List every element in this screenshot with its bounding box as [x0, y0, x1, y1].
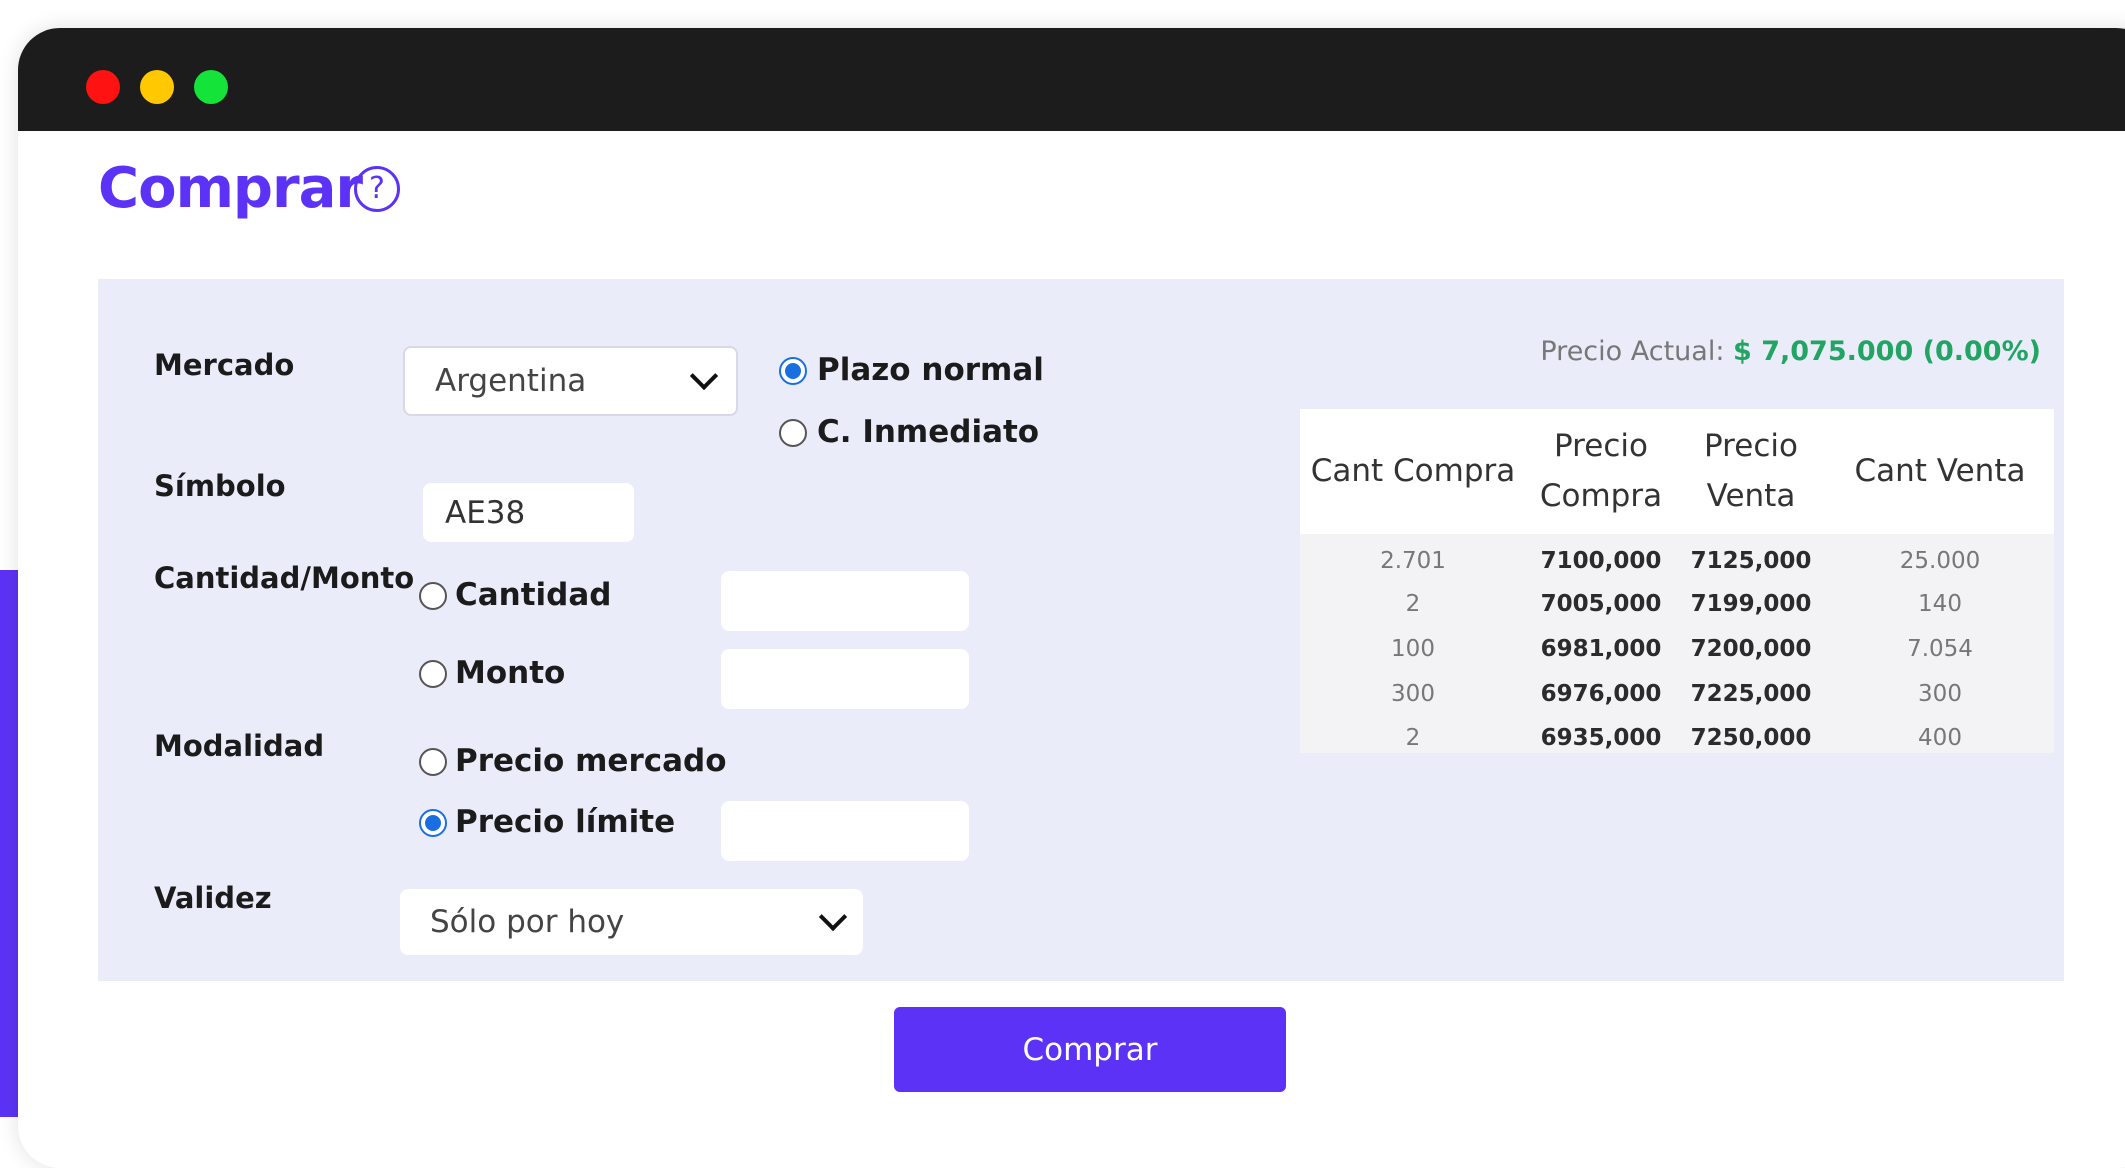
plazo-normal-radio[interactable]	[779, 357, 807, 385]
col-header-precio-venta: Precio Venta	[1676, 421, 1826, 521]
current-price-label: Precio Actual:	[1540, 336, 1725, 367]
minimize-window-button[interactable]	[140, 70, 174, 104]
cell-cant-venta: 140	[1918, 591, 1962, 617]
cell-precio-compra: 6981,000	[1540, 636, 1662, 662]
comprar-button[interactable]: Comprar	[894, 1007, 1286, 1092]
mercado-label: Mercado	[154, 348, 295, 382]
cell-precio-venta: 7199,000	[1690, 591, 1812, 617]
col-header-cant-venta: Cant Venta	[1826, 446, 2054, 496]
cell-cant-compra: 300	[1391, 681, 1435, 707]
col-header-cant-compra: Cant Compra	[1300, 446, 1526, 496]
precio-limite-input[interactable]	[721, 801, 969, 861]
help-icon[interactable]: ?	[354, 166, 400, 212]
validez-select[interactable]: Sólo por hoy	[400, 889, 863, 955]
cell-cant-venta: 7.054	[1907, 636, 1973, 662]
cell-precio-compra: 7100,000	[1540, 548, 1662, 574]
cell-cant-venta: 300	[1918, 681, 1962, 707]
col-header-text: Cant Venta	[1854, 453, 2026, 489]
contado-inmediato-radio[interactable]	[779, 419, 807, 447]
close-window-button[interactable]	[86, 70, 120, 104]
precio-limite-radio[interactable]	[419, 809, 447, 837]
monto-radio[interactable]	[419, 660, 447, 688]
cell-precio-compra: 7005,000	[1540, 591, 1662, 617]
col-header-text: Venta	[1706, 478, 1796, 514]
cell-cant-venta: 25.000	[1899, 548, 1981, 574]
col-header-text: Precio	[1554, 428, 1648, 464]
contado-inmediato-label: C. Inmediato	[817, 414, 1040, 450]
col-header-text: Precio	[1704, 428, 1798, 464]
simbolo-label: Símbolo	[154, 469, 286, 503]
precio-mercado-label: Precio mercado	[455, 743, 727, 779]
order-book-table: Cant Compra Precio Compra Precio Venta C…	[1300, 409, 2054, 753]
window-titlebar	[18, 28, 2125, 131]
precio-limite-label: Precio límite	[455, 804, 676, 840]
chevron-down-icon	[689, 361, 719, 391]
monto-input[interactable]	[721, 649, 969, 709]
simbolo-value: AE38	[445, 494, 526, 531]
simbolo-input[interactable]: AE38	[423, 483, 634, 542]
validez-label: Validez	[154, 881, 272, 915]
modalidad-label: Modalidad	[154, 729, 325, 763]
chevron-down-icon	[818, 902, 848, 932]
cell-precio-venta: 7250,000	[1690, 725, 1812, 751]
col-header-text: Cant Compra	[1310, 453, 1516, 489]
maximize-window-button[interactable]	[194, 70, 228, 104]
monto-label: Monto	[455, 655, 566, 691]
page-title: Comprar	[98, 156, 363, 221]
validez-select-value: Sólo por hoy	[430, 904, 625, 940]
cantidad-radio[interactable]	[419, 582, 447, 610]
cell-cant-compra: 2	[1405, 591, 1421, 617]
cell-cant-compra: 2	[1405, 725, 1421, 751]
order-book-header: Cant Compra Precio Compra Precio Venta C…	[1300, 409, 2054, 534]
mercado-select[interactable]: Argentina	[403, 346, 738, 416]
cell-precio-compra: 6935,000	[1540, 725, 1662, 751]
cell-cant-compra: 100	[1391, 636, 1435, 662]
col-header-text: Compra	[1539, 478, 1663, 514]
app-window: Comprar ? Mercado Argentina Plazo normal…	[18, 28, 2125, 1168]
cell-cant-compra: 2.701	[1380, 548, 1446, 574]
cell-cant-venta: 400	[1918, 725, 1962, 751]
cell-precio-venta: 7225,000	[1690, 681, 1812, 707]
current-price-value: $ 7,075.000 (0.00%)	[1733, 336, 2041, 367]
precio-mercado-radio[interactable]	[419, 748, 447, 776]
current-price: Precio Actual: $ 7,075.000 (0.00%)	[1540, 336, 2041, 367]
cantidad-label: Cantidad	[455, 577, 612, 613]
cantidad-input[interactable]	[721, 571, 969, 631]
cantidad-monto-label: Cantidad/Monto	[154, 561, 415, 595]
col-header-precio-compra: Precio Compra	[1526, 421, 1676, 521]
cell-precio-compra: 6976,000	[1540, 681, 1662, 707]
order-form-panel: Mercado Argentina Plazo normal C. Inmedi…	[98, 279, 2064, 981]
mercado-select-value: Argentina	[435, 363, 587, 399]
cell-precio-venta: 7125,000	[1690, 548, 1812, 574]
cell-precio-venta: 7200,000	[1690, 636, 1812, 662]
plazo-normal-label: Plazo normal	[817, 352, 1044, 388]
